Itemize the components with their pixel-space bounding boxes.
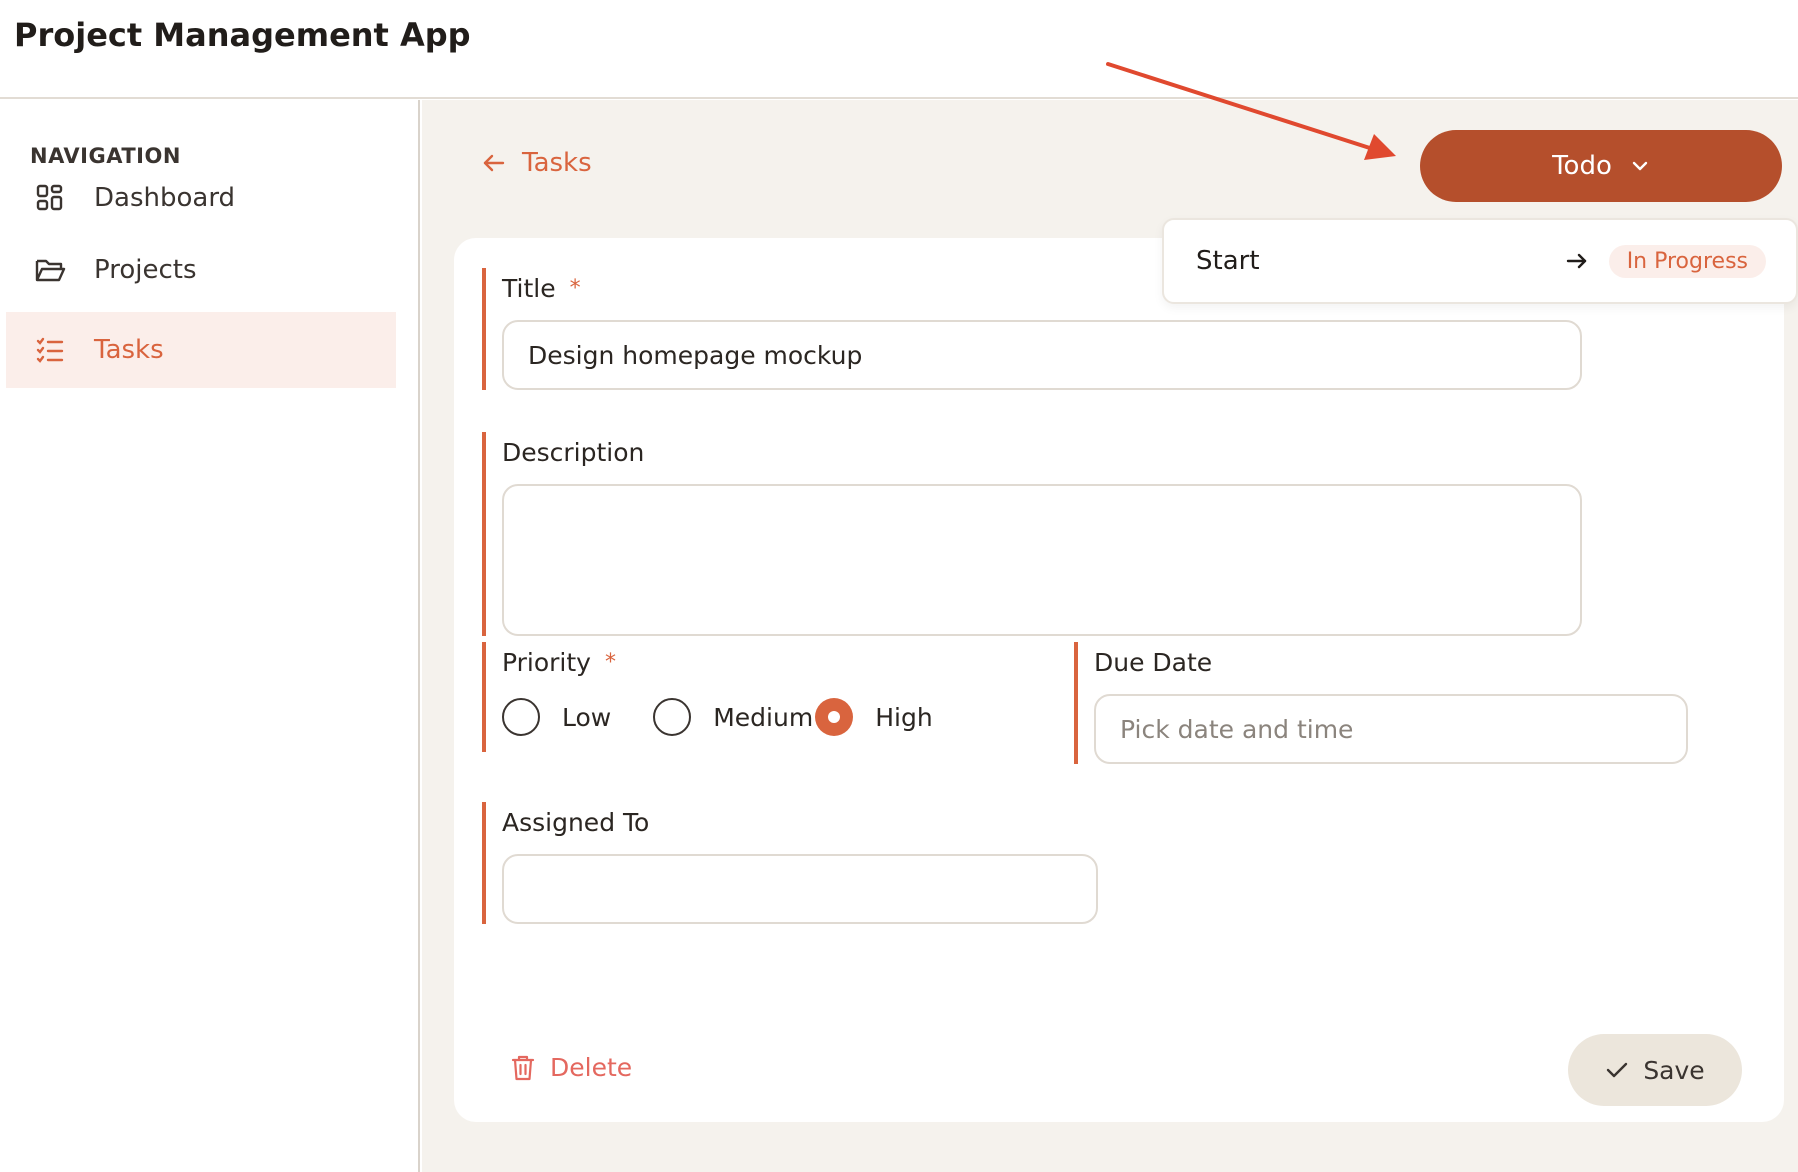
title-label: Title: [502, 273, 556, 303]
menu-item-label: Start: [1196, 246, 1260, 276]
sidebar: NAVIGATION Dashboard Projects Tasks: [0, 100, 420, 1172]
radio-button[interactable]: [502, 698, 540, 736]
assigned-to-label: Assigned To: [502, 807, 650, 837]
radio-label: Medium: [713, 702, 814, 732]
due-date-input[interactable]: Pick date and time: [1094, 694, 1688, 764]
back-link-label: Tasks: [522, 148, 592, 178]
folder-icon: [32, 252, 68, 288]
status-button-label: Todo: [1552, 151, 1612, 181]
back-to-tasks-link[interactable]: Tasks: [482, 148, 592, 178]
save-label: Save: [1643, 1055, 1705, 1085]
arrow-right-icon: [1566, 253, 1586, 269]
priority-option-medium[interactable]: Medium: [653, 698, 813, 736]
status-menu-item-start[interactable]: Start In Progress: [1164, 220, 1796, 302]
priority-option-high[interactable]: High: [815, 698, 933, 736]
chevron-down-icon: [1632, 161, 1648, 171]
required-mark: *: [569, 275, 581, 301]
app-title: Project Management App: [14, 16, 471, 54]
priority-option-low[interactable]: Low: [502, 698, 611, 736]
tasks-list-icon: [32, 332, 68, 368]
priority-label: Priority: [502, 647, 591, 677]
radio-button-selected[interactable]: [815, 698, 854, 736]
save-button[interactable]: Save: [1568, 1034, 1742, 1106]
priority-field: Priority * Low Medium High: [482, 642, 1022, 752]
sidebar-item-label: Tasks: [94, 335, 164, 365]
delete-label: Delete: [550, 1053, 633, 1082]
priority-radio-group: Low Medium High: [502, 682, 1022, 752]
sidebar-item-dashboard[interactable]: Dashboard: [6, 160, 396, 236]
check-icon: [1607, 1062, 1628, 1078]
status-dropdown-button[interactable]: Todo: [1420, 130, 1782, 202]
arrow-left-icon: [483, 154, 505, 172]
title-input[interactable]: Design homepage mockup: [502, 320, 1582, 390]
sidebar-item-projects[interactable]: Projects: [6, 232, 396, 308]
status-menu: Start In Progress: [1162, 218, 1798, 304]
description-textarea[interactable]: [502, 484, 1582, 636]
app-header: Project Management App: [0, 0, 1798, 99]
radio-label: Low: [562, 702, 612, 732]
delete-button[interactable]: Delete: [510, 1053, 632, 1082]
sidebar-item-tasks[interactable]: Tasks: [6, 312, 396, 388]
description-label: Description: [502, 437, 645, 467]
radio-label: High: [875, 702, 933, 732]
sidebar-item-label: Dashboard: [94, 183, 236, 213]
description-field: Description: [482, 432, 1582, 636]
due-date-field: Due Date Pick date and time: [1074, 642, 1694, 764]
required-mark: *: [604, 649, 616, 675]
status-badge: In Progress: [1608, 244, 1766, 278]
task-form-card: Title * Design homepage mockup Descripti…: [454, 238, 1784, 1122]
due-date-label: Due Date: [1094, 647, 1213, 677]
assigned-to-field: Assigned To: [482, 802, 1102, 924]
assigned-to-input[interactable]: [502, 854, 1098, 924]
dashboard-icon: [32, 180, 68, 216]
radio-button[interactable]: [653, 698, 692, 736]
sidebar-item-label: Projects: [94, 255, 197, 285]
trash-icon: [511, 1055, 535, 1080]
